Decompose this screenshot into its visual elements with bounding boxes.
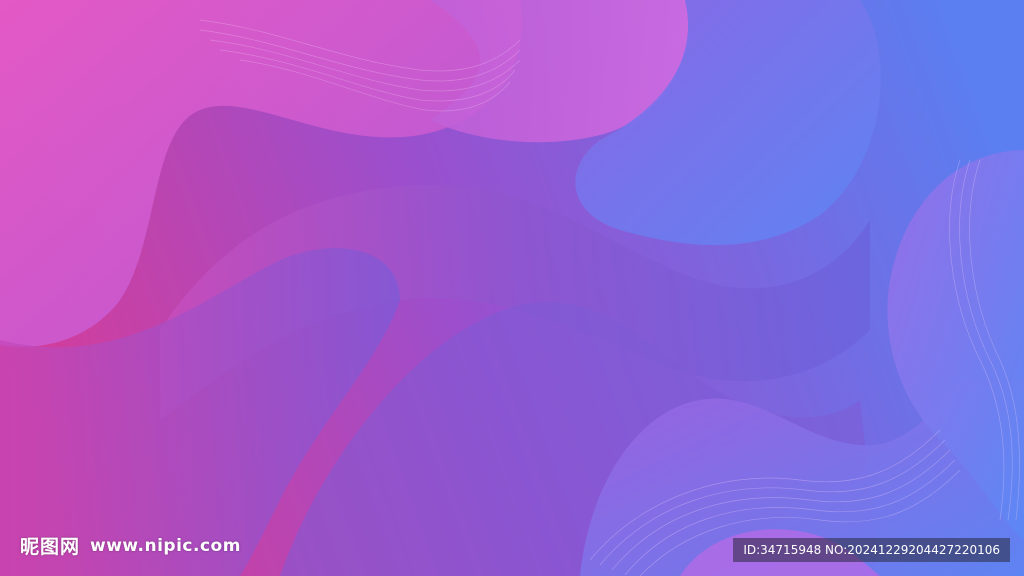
watermark-image-id: ID:34715948 NO:20241229204427220106 xyxy=(733,538,1010,562)
watermark-site-name: 昵图网 xyxy=(20,536,81,558)
abstract-wave-background: 昵图网 www.nipic.com ID:34715948 NO:2024122… xyxy=(0,0,1024,576)
watermark-logo: 昵图网 www.nipic.com xyxy=(20,532,241,559)
gradient-wave-artwork xyxy=(0,0,1024,576)
watermark-site-url: www.nipic.com xyxy=(90,535,241,556)
